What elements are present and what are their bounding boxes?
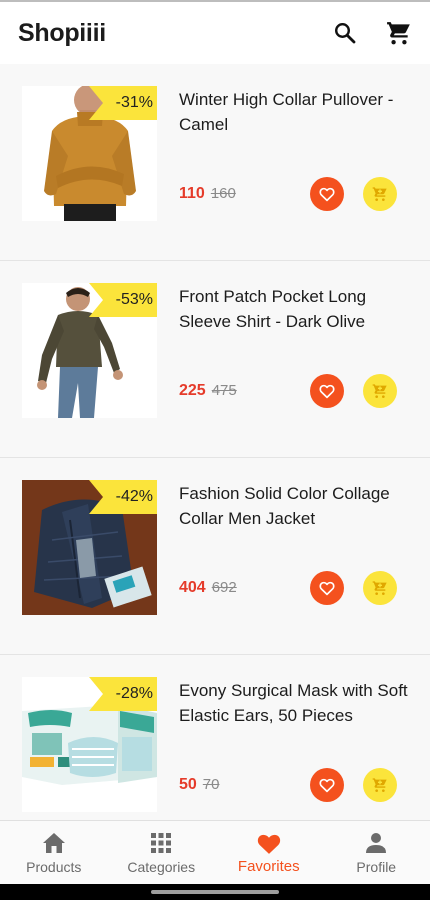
product-image-shirt[interactable]: -53% (22, 283, 157, 418)
nav-item-favorites[interactable]: Favorites (215, 821, 323, 884)
shopping-cart-icon[interactable] (386, 20, 412, 46)
add-cart-icon (372, 581, 387, 595)
product-name[interactable]: Evony Surgical Mask with Soft Elastic Ea… (179, 678, 409, 728)
price-current: 50 (179, 776, 197, 793)
favorite-button[interactable] (310, 571, 344, 605)
discount-label: -42% (115, 488, 153, 505)
person-icon (365, 831, 387, 855)
search-icon[interactable] (332, 20, 358, 46)
favorite-button[interactable] (310, 768, 344, 802)
app-bar: Shopiiii (0, 2, 430, 64)
price-row: 225 475 (179, 382, 237, 400)
price-original: 160 (210, 185, 236, 202)
product-name[interactable]: Winter High Collar Pullover - Camel (179, 87, 409, 137)
add-to-cart-button[interactable] (363, 571, 397, 605)
add-to-cart-button[interactable] (363, 177, 397, 211)
nav-item-products[interactable]: Products (0, 821, 108, 884)
discount-badge: -28% (89, 677, 157, 711)
heart-outline-icon (319, 778, 335, 793)
nav-label: Products (26, 859, 82, 875)
home-indicator[interactable] (151, 890, 279, 894)
app-title: Shopiiii (18, 18, 106, 47)
product-image-mask-box[interactable]: -28% (22, 677, 157, 812)
add-cart-icon (372, 187, 387, 201)
heart-icon (256, 831, 282, 855)
add-to-cart-button[interactable] (363, 768, 397, 802)
product-card[interactable]: -53% Front Patch Pocket Long Sleeve Shir… (0, 261, 430, 458)
grid-icon (151, 831, 172, 855)
add-cart-icon (372, 778, 387, 792)
product-card[interactable]: -31% Winter High Collar Pullover - Camel… (0, 64, 430, 261)
price-current: 110 (179, 185, 205, 202)
discount-label: -31% (115, 94, 153, 111)
product-card[interactable]: -28% Evony Surgical Mask with Soft Elast… (0, 655, 430, 820)
add-cart-icon (372, 384, 387, 398)
discount-badge: -53% (89, 283, 157, 317)
price-row: 50 70 (179, 776, 219, 794)
price-row: 110 160 (179, 185, 236, 203)
discount-badge: -42% (89, 480, 157, 514)
discount-badge: -31% (89, 86, 157, 120)
favorite-button[interactable] (310, 177, 344, 211)
product-card[interactable]: -42% Fashion Solid Color Collage Collar … (0, 458, 430, 655)
heart-outline-icon (319, 581, 335, 596)
nav-item-profile[interactable]: Profile (323, 821, 430, 884)
discount-label: -53% (115, 291, 153, 308)
product-name[interactable]: Front Patch Pocket Long Sleeve Shirt - D… (179, 284, 409, 334)
bottom-navigation: Products Categories Favorites Profile (0, 820, 430, 884)
product-name[interactable]: Fashion Solid Color Collage Collar Men J… (179, 481, 409, 531)
home-icon (42, 831, 66, 855)
product-image-jacket[interactable]: -42% (22, 480, 157, 615)
favorite-button[interactable] (310, 374, 344, 408)
add-to-cart-button[interactable] (363, 374, 397, 408)
heart-outline-icon (319, 384, 335, 399)
nav-label: Profile (356, 859, 397, 875)
system-navigation-bar (0, 884, 430, 900)
heart-outline-icon (319, 187, 335, 202)
product-image-pullover[interactable]: -31% (22, 86, 157, 221)
price-original: 475 (211, 382, 237, 399)
price-current: 404 (179, 579, 206, 596)
price-current: 225 (179, 382, 206, 399)
nav-label: Categories (127, 859, 196, 875)
nav-item-categories[interactable]: Categories (108, 821, 216, 884)
app-bar-actions (332, 20, 412, 46)
discount-label: -28% (115, 685, 153, 702)
nav-label: Favorites (237, 858, 300, 875)
price-original: 70 (202, 776, 220, 793)
product-list: -31% Winter High Collar Pullover - Camel… (0, 64, 430, 820)
price-original: 692 (211, 579, 237, 596)
price-row: 404 692 (179, 579, 237, 597)
